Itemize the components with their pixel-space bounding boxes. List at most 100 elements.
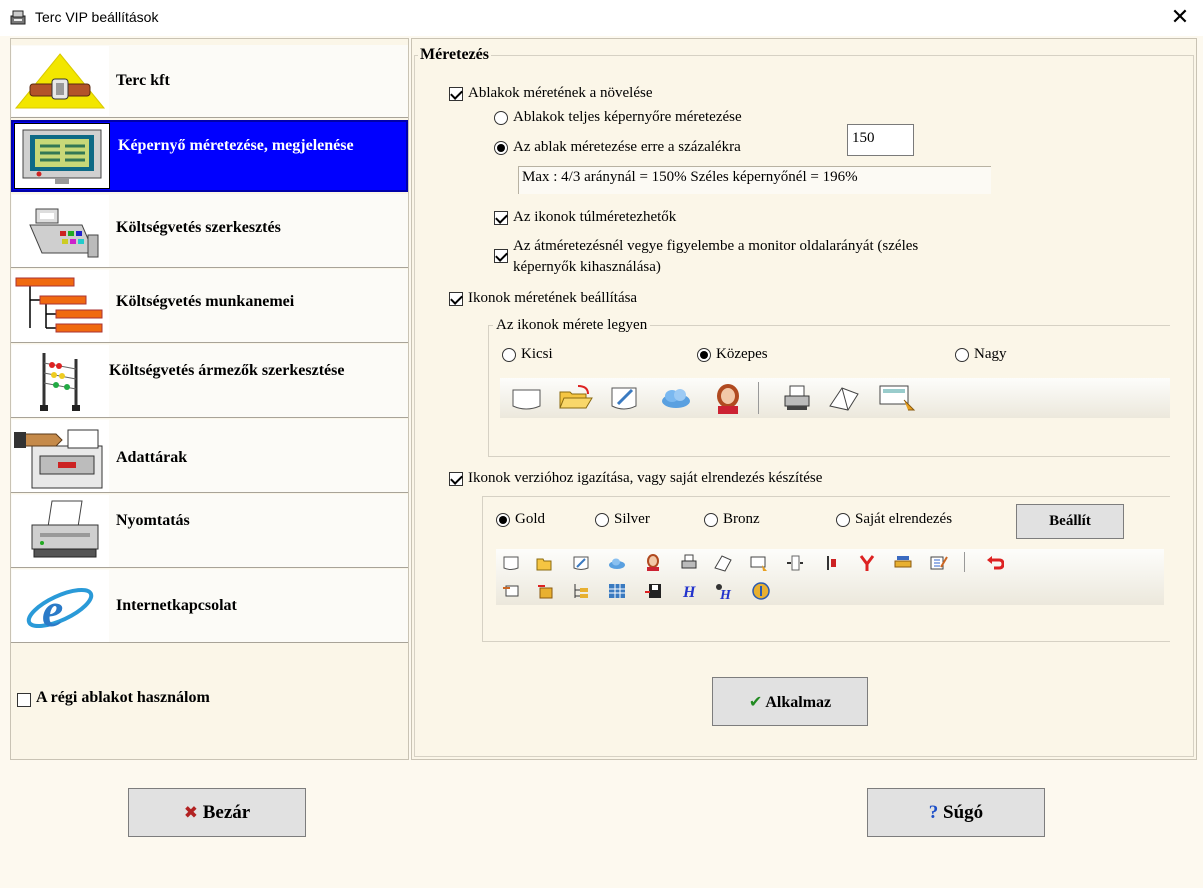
merge-down-icon[interactable] bbox=[858, 554, 876, 572]
full-screen-radio[interactable] bbox=[494, 111, 508, 125]
help-question-icon: ? bbox=[928, 802, 939, 823]
version-custom-radio[interactable] bbox=[836, 513, 850, 527]
nav-item-repositories[interactable]: Adattárak bbox=[11, 419, 408, 493]
print-icon[interactable] bbox=[680, 554, 698, 572]
toolbar-separator bbox=[758, 382, 759, 414]
export-icon[interactable] bbox=[536, 582, 554, 600]
apply-button[interactable]: ✔ Alkalmaz bbox=[712, 677, 868, 726]
tree-icon[interactable] bbox=[572, 582, 590, 600]
help-button[interactable]: ? Súgó bbox=[867, 788, 1045, 837]
nav-label-internet: Internetkapcsolat bbox=[116, 597, 237, 614]
nav-label-budget-editing: Költségvetés szerkesztés bbox=[116, 219, 281, 236]
help-h-icon[interactable]: H bbox=[680, 582, 698, 600]
indent-icon[interactable] bbox=[786, 554, 804, 572]
nav-item-terc-kft[interactable]: Terc kft bbox=[11, 45, 408, 118]
internet-explorer-icon: e bbox=[12, 570, 109, 642]
icon-size-group-title: Az ikonok mérete legyen bbox=[493, 317, 651, 334]
version-bronze-radio[interactable] bbox=[704, 513, 718, 527]
checkmark-icon: ✔ bbox=[748, 692, 763, 711]
new-document-icon[interactable] bbox=[502, 554, 520, 572]
aspect-ratio-label-line1: Az átméretezésnél vegye figyelembe a mon… bbox=[513, 238, 919, 254]
percent-radio[interactable] bbox=[494, 141, 508, 155]
icons-oversize-checkbox[interactable] bbox=[494, 211, 508, 225]
page-setup-icon[interactable] bbox=[878, 382, 916, 412]
edit-list-icon[interactable] bbox=[930, 554, 948, 572]
nav-item-budget-work-types[interactable]: Költségvetés munkanemei bbox=[11, 269, 408, 343]
close-button[interactable]: ✖ Bezár bbox=[128, 788, 306, 837]
nav-item-screen-sizing[interactable]: Képernyő méretezése, megjelenése bbox=[11, 120, 408, 192]
size-small-radio[interactable] bbox=[502, 348, 516, 362]
nav-item-budget-editing[interactable]: Költségvetés szerkesztés bbox=[11, 194, 408, 268]
close-x-icon: ✖ bbox=[183, 803, 198, 823]
help-search-icon[interactable]: H bbox=[714, 582, 732, 600]
cash-register-icon bbox=[12, 195, 109, 267]
new-document-icon[interactable] bbox=[510, 386, 544, 412]
sizing-group-title: Méretezés bbox=[418, 46, 491, 64]
open-folder-icon[interactable] bbox=[536, 554, 554, 572]
nav-label-repositories: Adattárak bbox=[116, 449, 188, 466]
percent-input[interactable]: 150 bbox=[847, 124, 914, 156]
tree-structure-icon bbox=[12, 270, 109, 342]
increase-windows-checkbox[interactable] bbox=[449, 87, 463, 101]
print-preview-icon[interactable] bbox=[714, 554, 732, 572]
window-title: Terc VIP beállítások bbox=[35, 9, 159, 25]
info-icon[interactable] bbox=[752, 582, 770, 600]
print-preview-icon[interactable] bbox=[828, 384, 864, 412]
version-silver-label: Silver bbox=[614, 511, 650, 527]
monitor-icon bbox=[14, 123, 110, 189]
import-icon[interactable] bbox=[502, 582, 520, 600]
nav-label-screen-sizing: Képernyő méretezése, megjelenése bbox=[118, 137, 354, 154]
page-setup-icon[interactable] bbox=[750, 554, 768, 572]
nav-label-budget-work-types: Költségvetés munkanemei bbox=[116, 293, 295, 310]
app-icon bbox=[10, 10, 26, 25]
grid-icon[interactable] bbox=[608, 582, 626, 600]
percent-label: Az ablak méretezése erre a százalékra bbox=[513, 139, 741, 155]
assistant-avatar-icon[interactable] bbox=[712, 382, 744, 414]
assistant-avatar-icon[interactable] bbox=[644, 553, 662, 571]
open-folder-icon[interactable] bbox=[558, 384, 594, 412]
edit-document-icon[interactable] bbox=[608, 384, 642, 412]
archive-icon bbox=[12, 420, 109, 492]
version-gold-radio[interactable] bbox=[496, 513, 510, 527]
nav-label-terc-kft: Terc kft bbox=[116, 72, 170, 89]
increase-windows-label: Ablakok méretének a növelése bbox=[468, 85, 653, 101]
toolbar-separator bbox=[964, 552, 965, 572]
icon-size-checkbox[interactable] bbox=[449, 292, 463, 306]
edit-document-icon[interactable] bbox=[572, 554, 590, 572]
nav-item-printing[interactable]: Nyomtatás bbox=[11, 494, 408, 568]
close-button-label: Bezár bbox=[202, 802, 251, 823]
close-window-icon[interactable]: ✕ bbox=[1166, 4, 1194, 32]
nav-item-price-fields[interactable]: Költségvetés ármezők szerkesztése bbox=[11, 344, 408, 418]
icon-size-label: Ikonok méretének beállítása bbox=[468, 290, 638, 306]
size-medium-radio[interactable] bbox=[697, 348, 711, 362]
settings-button[interactable]: Beállít bbox=[1016, 504, 1124, 539]
version-silver-radio[interactable] bbox=[595, 513, 609, 527]
help-button-label: Súgó bbox=[943, 802, 984, 823]
undo-icon[interactable] bbox=[986, 554, 1004, 572]
full-screen-label: Ablakok teljes képernyőre méretezése bbox=[513, 109, 742, 125]
version-custom-label: Saját elrendezés bbox=[855, 511, 953, 527]
version-bronze-label: Bronz bbox=[723, 511, 760, 527]
svg-text:H: H bbox=[719, 588, 732, 600]
cloud-icon[interactable] bbox=[608, 554, 626, 572]
sort-icon[interactable] bbox=[822, 554, 840, 572]
size-medium-label: Közepes bbox=[716, 346, 768, 362]
old-window-label: A régi ablakot használom bbox=[36, 689, 210, 706]
measure-icon[interactable] bbox=[894, 554, 912, 572]
aspect-ratio-checkbox[interactable] bbox=[494, 249, 508, 263]
size-small-label: Kicsi bbox=[521, 346, 553, 362]
old-window-checkbox[interactable] bbox=[17, 693, 31, 707]
nav-panel: Terc kft Képernyő méretezése, megjelenés… bbox=[10, 38, 409, 760]
sizing-panel: Méretezés Ablakok méretének a növelése A… bbox=[411, 38, 1197, 760]
nav-label-price-fields: Költségvetés ármezők szerkesztése bbox=[109, 362, 345, 379]
size-large-radio[interactable] bbox=[955, 348, 969, 362]
version-icon-toolbar: H H bbox=[496, 549, 1164, 605]
version-align-label: Ikonok verzióhoz igazítása, vagy saját e… bbox=[468, 470, 823, 486]
cloud-icon[interactable] bbox=[658, 386, 694, 410]
print-icon[interactable] bbox=[782, 384, 812, 412]
version-align-checkbox[interactable] bbox=[449, 472, 463, 486]
save-exit-icon[interactable] bbox=[644, 582, 662, 600]
nav-item-internet[interactable]: e Internetkapcsolat bbox=[11, 569, 408, 643]
abacus-icon bbox=[12, 345, 109, 417]
terc-logo-icon bbox=[12, 46, 109, 116]
